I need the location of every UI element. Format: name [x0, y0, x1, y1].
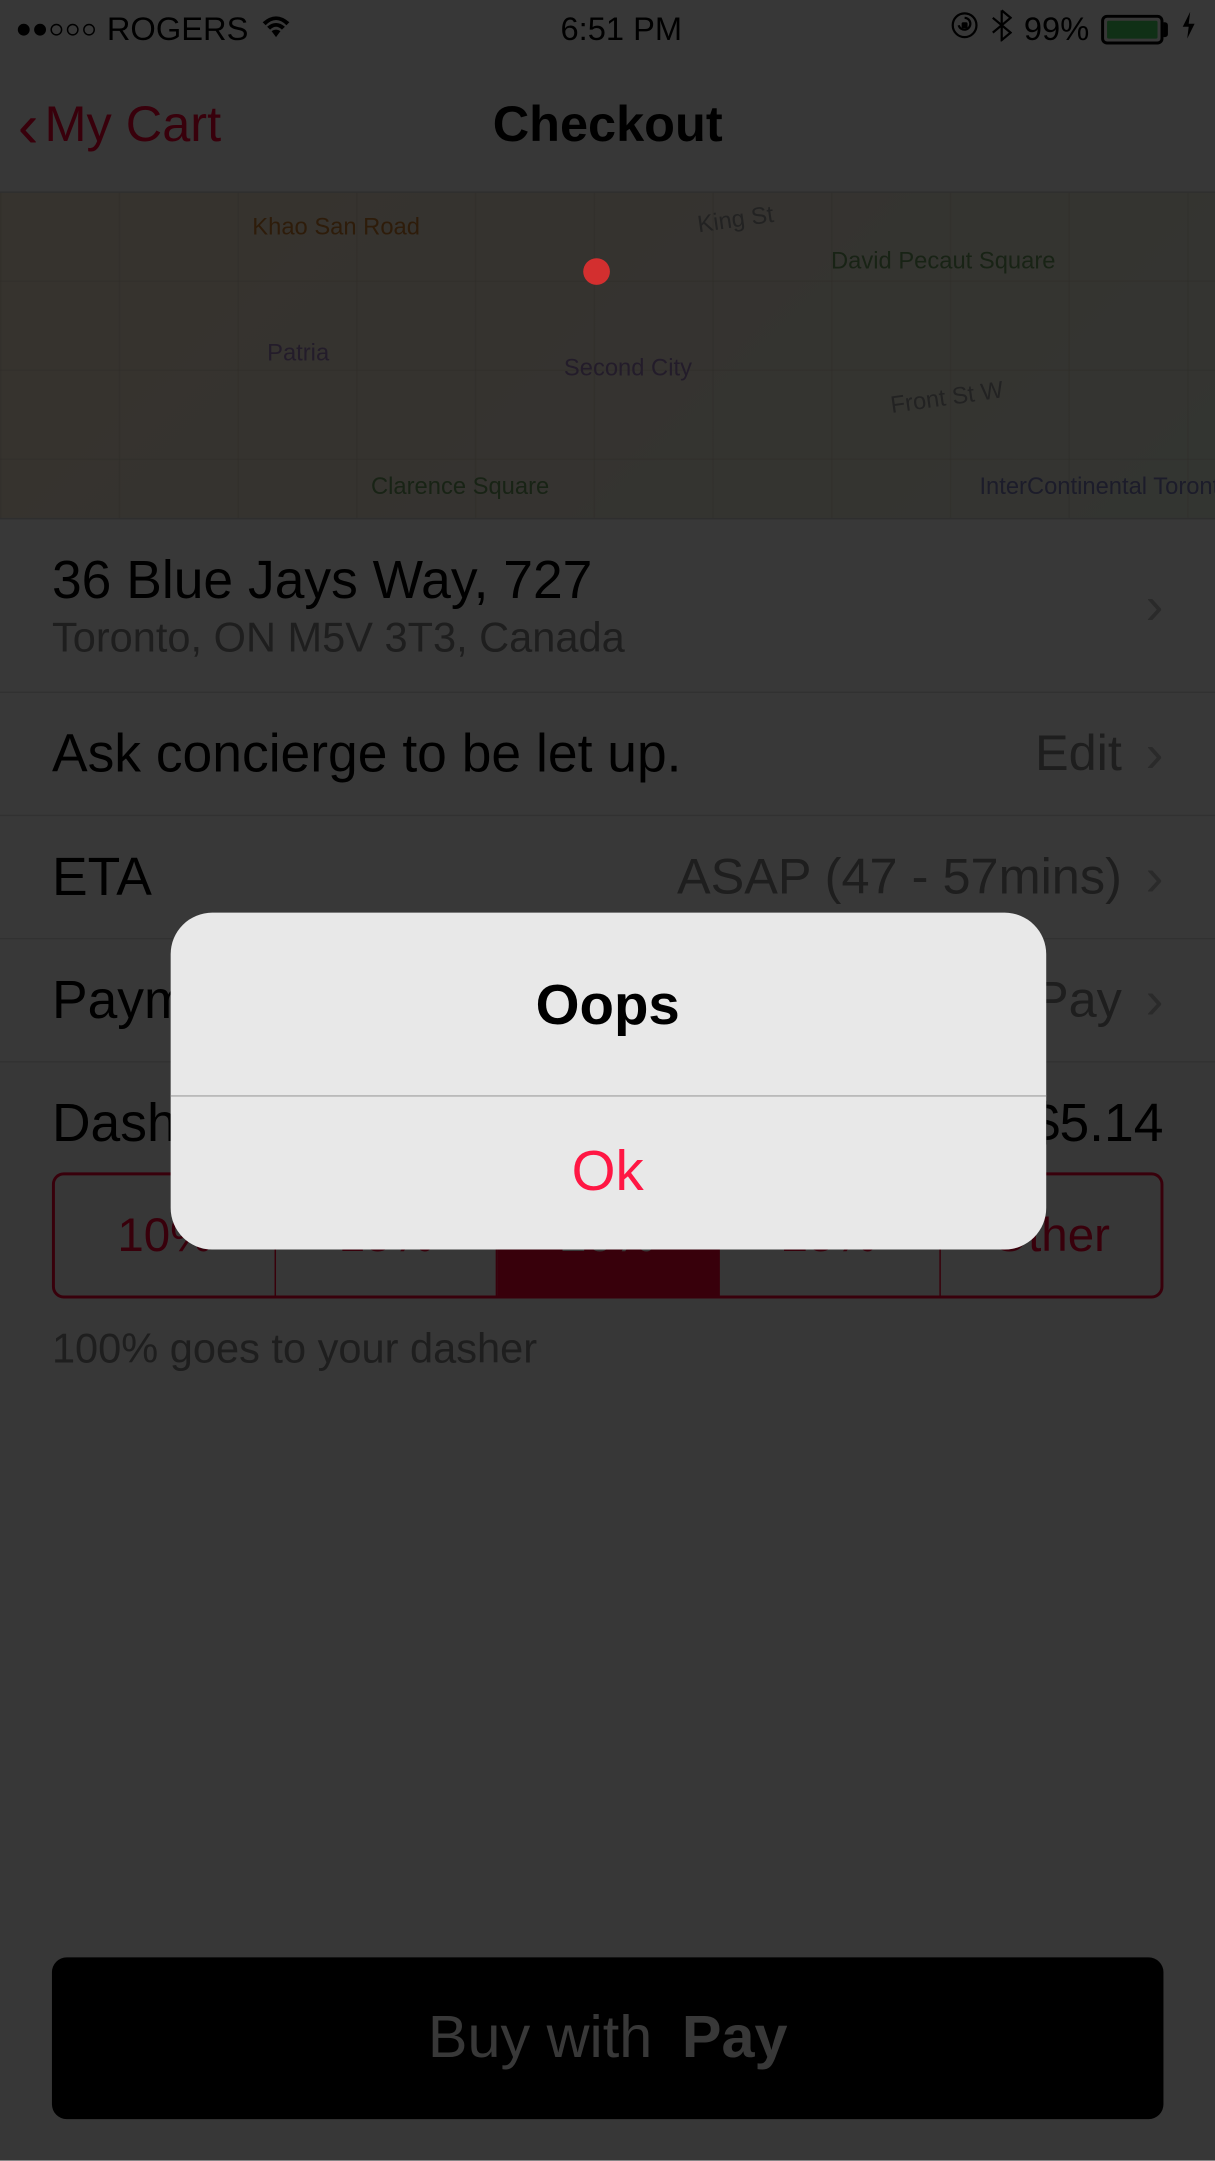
modal-overlay: Oops Ok	[0, 0, 1215, 2161]
alert-ok-button[interactable]: Ok	[170, 1096, 1046, 1249]
map-pin-icon	[583, 258, 610, 285]
error-alert: Oops Ok	[170, 912, 1046, 1249]
alert-title: Oops	[170, 912, 1046, 1096]
